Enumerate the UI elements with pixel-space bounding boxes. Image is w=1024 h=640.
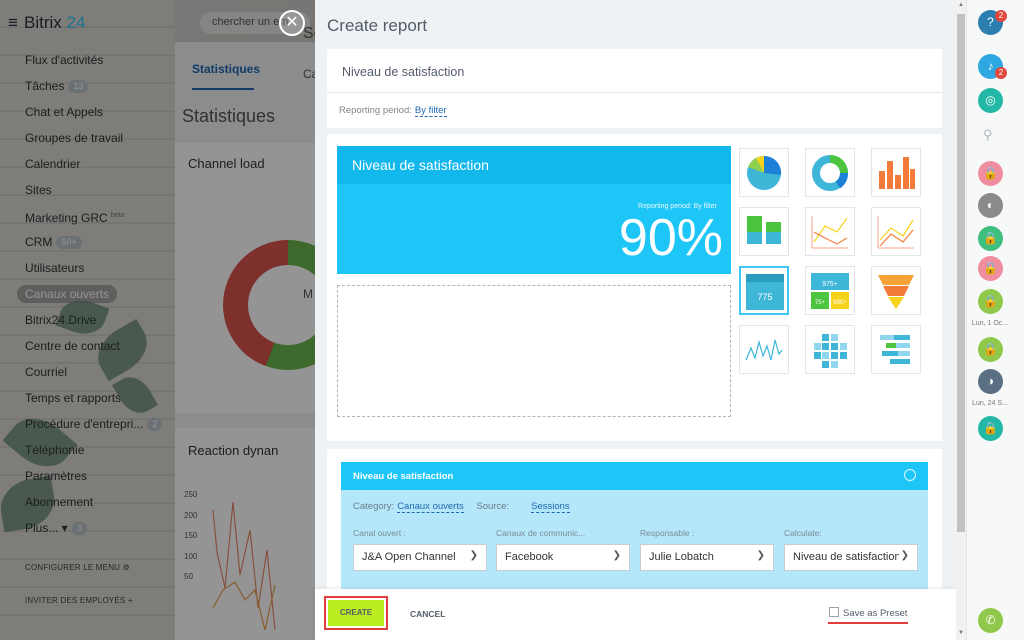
svg-text:775: 775 xyxy=(757,292,772,302)
donut-chart-icon xyxy=(812,155,848,191)
scrollbar-thumb[interactable] xyxy=(957,14,965,532)
close-icon: ✕ xyxy=(285,14,299,31)
calculate-field: Calculate: Niveau de satisfaction ❯ xyxy=(784,528,918,571)
save-as-preset[interactable]: Save as Preset xyxy=(829,607,907,619)
preset-highlight xyxy=(828,622,908,624)
cancel-button[interactable]: CANCEL xyxy=(410,609,445,619)
lock-icon[interactable]: 🔒 xyxy=(978,289,1003,314)
funnel-chart-icon xyxy=(878,275,914,309)
chevron-down-icon: ❯ xyxy=(900,550,909,561)
panel-title: Create report xyxy=(327,16,428,35)
lock-icon[interactable]: 🔒 xyxy=(978,226,1003,251)
bar-chart-icon xyxy=(879,157,915,189)
area-line-thumb[interactable] xyxy=(739,325,789,374)
widget-config: Niveau de satisfaction Category: Canaux o… xyxy=(341,462,928,589)
area-line-icon xyxy=(745,339,783,361)
chevron-down-icon: ❯ xyxy=(756,550,765,561)
line-chart-icon xyxy=(811,216,848,249)
pie-chart-icon xyxy=(747,155,782,190)
widget-designer-card: Niveau de satisfaction Reporting period:… xyxy=(327,134,942,441)
line-chart-alt-icon xyxy=(877,216,914,249)
widget-config-header: Niveau de satisfaction xyxy=(341,462,928,490)
bar-chart-thumb[interactable] xyxy=(871,148,921,197)
create-report-panel: Create report Niveau de satisfaction Rep… xyxy=(315,0,956,640)
category-link[interactable]: Canaux ouverts xyxy=(397,501,464,513)
report-settings-card: Niveau de satisfaction Reporting period:… xyxy=(327,49,942,128)
create-button-highlight: CREATE xyxy=(324,596,388,630)
heatmap-thumb[interactable] xyxy=(805,325,855,374)
color-picker-icon[interactable] xyxy=(904,469,916,481)
comm-channel-select[interactable]: Facebook ❯ xyxy=(496,544,630,571)
funnel-chart-thumb[interactable] xyxy=(871,266,921,315)
lock-icon[interactable]: 🔒 xyxy=(978,161,1003,186)
chat-icon[interactable]: ◎ xyxy=(978,88,1003,113)
open-channel-field: Canal ouvert : J&A Open Channel ❯ xyxy=(353,528,487,571)
number-grid-thumb[interactable]: 975+ 75+ 995+ xyxy=(805,266,855,315)
period-filter-link[interactable]: By filter xyxy=(414,105,447,117)
chevron-down-icon: ❯ xyxy=(469,550,478,561)
search-icon[interactable]: ⚲ xyxy=(983,127,993,143)
preview-title: Niveau de satisfaction xyxy=(337,146,731,184)
line-chart-alt-thumb[interactable] xyxy=(871,207,921,256)
responsible-select[interactable]: Julie Lobatch ❯ xyxy=(640,544,774,571)
right-sidebar: ? 2 ♪ 2 ◎ ⚲ 🔒 ◐ 🔒 🔒 🔒 Lun, 1 Oc... 🔒 ◑ L… xyxy=(966,0,1024,640)
save-preset-checkbox[interactable] xyxy=(829,607,839,617)
heatmap-icon xyxy=(814,334,847,368)
panel-scrollbar[interactable]: ▲ ▼ xyxy=(956,0,966,640)
avatar[interactable]: ◐ xyxy=(978,193,1003,218)
source-link[interactable]: Sessions xyxy=(531,501,570,513)
donut-chart-thumb[interactable] xyxy=(805,148,855,197)
number-grid-icon: 975+ 75+ 995+ xyxy=(811,273,849,309)
chevron-down-icon: ❯ xyxy=(612,550,621,561)
responsible-field: Responsable : Julie Lobatch ❯ xyxy=(640,528,774,571)
scroll-up-icon[interactable]: ▲ xyxy=(958,2,964,8)
lock-icon[interactable]: 🔒 xyxy=(978,337,1003,362)
svg-text:75+: 75+ xyxy=(815,300,826,306)
gantt-chart-icon xyxy=(880,335,910,364)
number-widget-icon: 775 xyxy=(746,274,784,310)
preview-value: 90% xyxy=(618,209,723,267)
panel-footer: CREATE CANCEL Save as Preset xyxy=(315,589,956,640)
chat-date-label: Lun, 1 Oc... xyxy=(971,320,1009,327)
notification-badge: 2 xyxy=(995,67,1007,79)
pie-chart-thumb[interactable] xyxy=(739,148,789,197)
close-panel-button[interactable]: ✕ xyxy=(279,10,305,36)
stacked-bar-icon xyxy=(747,216,781,244)
report-name-input[interactable]: Niveau de satisfaction xyxy=(327,49,942,93)
svg-text:975+: 975+ xyxy=(822,281,838,288)
open-channel-select[interactable]: J&A Open Channel ❯ xyxy=(353,544,487,571)
reporting-period: Reporting period: By filter xyxy=(339,105,447,117)
gantt-chart-thumb[interactable] xyxy=(871,325,921,374)
phone-icon[interactable]: ✆ xyxy=(978,608,1003,633)
widget-drop-zone[interactable] xyxy=(337,285,731,417)
stacked-bar-thumb[interactable] xyxy=(739,207,789,256)
lock-icon[interactable]: 🔒 xyxy=(978,416,1003,441)
create-button[interactable]: CREATE xyxy=(328,600,384,626)
avatar[interactable]: ◑ xyxy=(978,369,1003,394)
help-badge: 2 xyxy=(995,10,1007,22)
scroll-down-icon[interactable]: ▼ xyxy=(958,630,964,636)
lock-icon[interactable]: 🔒 xyxy=(978,256,1003,281)
widget-config-title: Niveau de satisfaction xyxy=(353,471,454,482)
comm-channel-field: Canaux de communic... Facebook ❯ xyxy=(496,528,630,571)
widget-preview[interactable]: Niveau de satisfaction Reporting period:… xyxy=(337,146,731,274)
chat-date-label: Lun, 24 S... xyxy=(972,400,1008,407)
widget-config-card: Niveau de satisfaction Category: Canaux o… xyxy=(327,449,942,589)
svg-text:995+: 995+ xyxy=(833,300,847,306)
number-widget-thumb-selected[interactable]: 775 xyxy=(739,266,789,315)
line-chart-thumb[interactable] xyxy=(805,207,855,256)
calculate-select[interactable]: Niveau de satisfaction ❯ xyxy=(784,544,918,571)
widget-meta: Category: Canaux ouverts Source: Sessions xyxy=(353,501,570,513)
